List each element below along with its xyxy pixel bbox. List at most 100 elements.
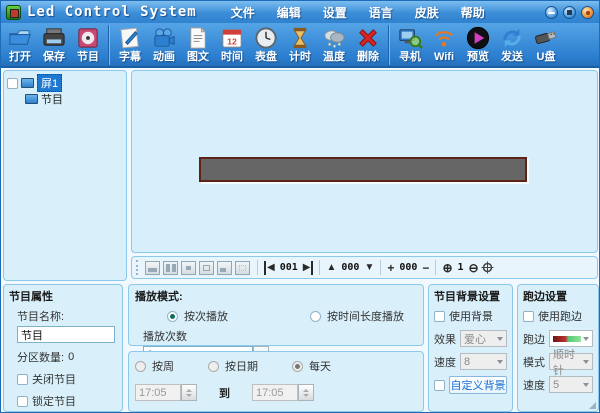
toolbar-button-wifi[interactable]: Wifi xyxy=(427,24,461,64)
layout-split-button-3[interactable] xyxy=(181,260,196,275)
move-down-button[interactable]: ▼ xyxy=(364,261,374,275)
dropdown-arrow-icon xyxy=(583,382,589,387)
resize-grip[interactable] xyxy=(589,402,596,409)
drag-handle[interactable] xyxy=(136,260,140,275)
app-logo-icon xyxy=(6,4,21,20)
border-mode-select[interactable]: 顺时针 xyxy=(549,349,593,377)
window-title: Led Control System xyxy=(27,4,197,20)
program-properties-panel: 节目属性 节目名称: 分区数量: 0 关闭节目 锁定节目 定时播放 xyxy=(3,284,123,412)
toolbar-separator xyxy=(108,25,110,65)
menu-help[interactable]: 帮助 xyxy=(461,4,485,21)
menu-settings[interactable]: 设置 xyxy=(323,4,347,21)
close-button[interactable] xyxy=(581,5,594,19)
close-program-checkbox[interactable] xyxy=(17,373,28,385)
zoom-level-value: 1 xyxy=(457,262,464,273)
by-date-radio[interactable] xyxy=(208,360,219,372)
toolbar-button-subtitle[interactable]: 字幕 xyxy=(113,24,147,64)
layout-split-button-2[interactable] xyxy=(163,260,178,275)
led-screen-preview[interactable] xyxy=(199,157,527,182)
lock-program-option[interactable]: 锁定节目 xyxy=(17,393,117,409)
zoom-in-button[interactable]: ⊕ xyxy=(442,261,452,275)
wifi-icon xyxy=(435,31,453,47)
dropdown-arrow-icon xyxy=(497,359,503,364)
program-name-input[interactable] xyxy=(17,326,115,343)
toolbar-button-find-device[interactable]: 寻机 xyxy=(393,24,427,64)
lock-program-checkbox[interactable] xyxy=(17,395,28,407)
zoom-out-button[interactable]: ⊖ xyxy=(469,261,479,275)
border-style-select[interactable] xyxy=(549,330,593,347)
toolbar-label: 字幕 xyxy=(119,51,141,63)
tree-item-screen1-label[interactable]: 屏1 xyxy=(37,74,63,92)
menu-file[interactable]: 文件 xyxy=(231,4,255,21)
weekly-label[interactable]: 按周 xyxy=(152,358,174,374)
custom-background-checkbox[interactable] xyxy=(434,379,445,391)
end-time-spinner[interactable] xyxy=(298,384,314,401)
use-border-option[interactable]: 使用跑边 xyxy=(523,308,593,324)
border-settings-panel: 跑边设置 使用跑边 跑边 模式 顺时针 速度 5 xyxy=(517,284,599,412)
toolbar-button-usb[interactable]: U盘 xyxy=(529,24,563,64)
by-date-label[interactable]: 按日期 xyxy=(225,358,258,374)
tree-item-program-label[interactable]: 节目 xyxy=(41,91,63,107)
toolbar-button-temperature[interactable]: 温度 xyxy=(317,24,351,64)
start-time-spinner[interactable] xyxy=(181,384,197,401)
toolbar-button-preview[interactable]: 预览 xyxy=(461,24,495,64)
end-time-input[interactable] xyxy=(252,384,298,401)
toolbar-button-save[interactable]: 保存 xyxy=(37,24,71,64)
border-speed-select[interactable]: 5 xyxy=(549,376,593,393)
delete-icon xyxy=(359,29,377,47)
animation-icon xyxy=(154,28,175,47)
bg-speed-select[interactable]: 8 xyxy=(460,353,507,370)
layout-split-button-4[interactable] xyxy=(199,260,214,275)
use-background-checkbox[interactable] xyxy=(434,310,445,322)
maximize-button[interactable] xyxy=(563,5,576,19)
weekly-radio[interactable] xyxy=(135,360,146,372)
send-icon xyxy=(503,28,521,48)
menu-skin[interactable]: 皮肤 xyxy=(415,4,439,21)
use-border-checkbox[interactable] xyxy=(523,310,534,322)
daily-label[interactable]: 每天 xyxy=(309,358,331,374)
toolbar-button-delete[interactable]: 删除 xyxy=(351,24,385,64)
subtract-button[interactable]: − xyxy=(422,261,429,275)
dropdown-arrow-icon xyxy=(583,359,589,364)
layout-split-button-5[interactable] xyxy=(217,260,232,275)
start-time-input[interactable] xyxy=(135,384,181,401)
layout-split-button-6[interactable] xyxy=(235,260,250,275)
minimize-button[interactable] xyxy=(545,5,558,19)
close-program-option[interactable]: 关闭节目 xyxy=(17,371,117,387)
toolbar-button-dial[interactable]: 表盘 xyxy=(249,24,283,64)
daily-radio[interactable] xyxy=(292,360,303,372)
clock-dial-icon xyxy=(255,27,277,49)
effect-select[interactable]: 爱心 xyxy=(460,330,507,347)
tree-item-screen1[interactable]: 屏1 xyxy=(7,74,123,92)
toolbar-button-program[interactable]: 节目 xyxy=(71,24,105,64)
layout-split-button-1[interactable] xyxy=(145,260,160,275)
center-view-icon[interactable] xyxy=(481,261,494,274)
toolbar-button-time[interactable]: 12 时间 xyxy=(215,24,249,64)
toolbar-button-animation[interactable]: 动画 xyxy=(147,24,181,64)
toolbar-button-open[interactable]: 打开 xyxy=(3,24,37,64)
use-background-label: 使用背景 xyxy=(449,311,493,323)
play-mode-title: 播放模式: xyxy=(135,291,183,303)
toolbar-button-timer[interactable]: 计时 xyxy=(283,24,317,64)
use-background-option[interactable]: 使用背景 xyxy=(434,308,507,324)
time-calendar-icon: 12 xyxy=(222,29,242,48)
play-by-count-radio[interactable] xyxy=(167,310,178,322)
use-border-label: 使用跑边 xyxy=(538,311,582,323)
effect-label: 效果 xyxy=(434,333,456,346)
tree-item-program[interactable]: 节目 xyxy=(25,91,123,107)
first-page-button[interactable]: ◀ xyxy=(264,260,275,275)
toolbar-button-send[interactable]: 发送 xyxy=(495,24,529,64)
toolbar-button-graphic-text[interactable]: 图文 xyxy=(181,24,215,64)
menu-edit[interactable]: 编辑 xyxy=(277,4,301,21)
custom-background-button[interactable]: 自定义背景 xyxy=(449,376,507,394)
add-button[interactable]: + xyxy=(387,261,394,275)
play-by-duration-radio[interactable] xyxy=(310,310,321,322)
last-page-button[interactable]: ▶ xyxy=(303,260,314,275)
move-up-button[interactable]: ▲ xyxy=(326,261,336,275)
menu-language[interactable]: 语言 xyxy=(369,4,393,21)
play-by-count-label[interactable]: 按次播放 xyxy=(184,308,228,324)
screen1-checkbox[interactable] xyxy=(7,77,18,89)
play-by-duration-label[interactable]: 按时间长度播放 xyxy=(327,308,404,324)
background-settings-panel: 节目背景设置 使用背景 效果 爱心 速度 8 自定义背景 xyxy=(428,284,513,412)
controls-separator xyxy=(435,260,437,275)
